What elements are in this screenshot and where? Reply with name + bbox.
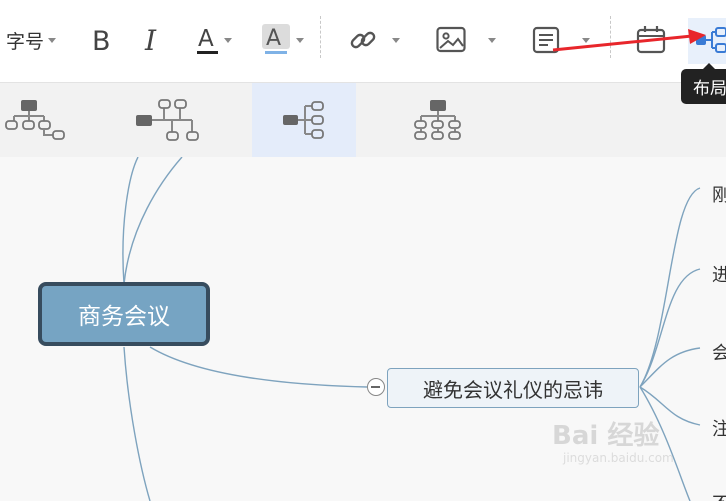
layout-tooltip: 布局 — [681, 63, 726, 104]
org-chart-right-icon — [5, 100, 65, 140]
image-icon — [436, 26, 466, 53]
toolbar-divider — [610, 16, 611, 58]
collapse-toggle[interactable] — [367, 378, 385, 396]
layout-options-panel — [0, 83, 726, 157]
link-icon — [350, 31, 376, 49]
org-chart-down-icon — [414, 100, 461, 140]
chevron-down-icon — [48, 37, 57, 43]
layout-option-org-right[interactable] — [0, 83, 68, 157]
svg-text:A: A — [198, 26, 214, 52]
logic-right-icon — [283, 101, 324, 139]
image-button[interactable] — [436, 22, 496, 58]
layout-option-org-down[interactable] — [405, 83, 471, 157]
subtopic[interactable]: 刚 — [712, 181, 726, 207]
toolbar-divider — [320, 16, 321, 58]
layout-button[interactable] — [688, 18, 726, 64]
chevron-down-icon — [224, 37, 232, 43]
chevron-down-icon — [582, 37, 590, 43]
calendar-button[interactable] — [636, 22, 666, 58]
svg-text:I: I — [144, 25, 157, 55]
chevron-down-icon — [488, 37, 496, 43]
chevron-down-icon — [296, 37, 304, 43]
font-size-dropdown[interactable]: 字号 — [6, 22, 57, 58]
subtopic[interactable]: 会 — [712, 339, 726, 365]
branch-line — [149, 346, 368, 388]
root-topic[interactable]: 商务会议 — [38, 282, 210, 346]
timeline-icon — [136, 99, 199, 141]
layout-option-logic-right[interactable] — [252, 83, 356, 157]
subtopic[interactable]: 注 — [712, 415, 726, 441]
note-button[interactable] — [532, 22, 590, 58]
italic-icon: I — [144, 25, 157, 55]
highlight-button[interactable]: A — [262, 22, 304, 58]
calendar-icon — [636, 26, 666, 54]
font-color-button[interactable]: A — [196, 22, 232, 58]
branch-line — [123, 157, 183, 285]
branch-line — [639, 187, 701, 388]
branch-line — [123, 346, 151, 501]
svg-text:A: A — [266, 26, 281, 51]
toolbar: 字号 B I A A — [0, 0, 726, 83]
main-topic[interactable]: 避免会议礼仪的忌讳 — [387, 368, 639, 408]
note-icon — [532, 26, 560, 54]
link-button[interactable] — [348, 22, 400, 58]
layout-option-timeline[interactable] — [130, 83, 210, 157]
bold-button[interactable]: B — [90, 22, 114, 58]
watermark-url: jingyan.baidu.com — [563, 451, 674, 465]
svg-text:B: B — [92, 26, 111, 55]
watermark-logo: Bai 经验 — [552, 421, 660, 451]
italic-button[interactable]: I — [143, 22, 165, 58]
bold-icon: B — [92, 26, 111, 55]
font-color-icon: A — [197, 26, 218, 54]
branch-line — [122, 157, 139, 285]
highlight-icon: A — [262, 24, 290, 54]
font-size-label: 字号 — [6, 30, 45, 53]
chevron-down-icon — [392, 37, 400, 43]
subtopic[interactable]: 进 — [712, 261, 726, 287]
branch-line — [639, 268, 701, 388]
subtopic[interactable]: 不 — [712, 490, 726, 501]
layout-icon — [696, 27, 726, 53]
